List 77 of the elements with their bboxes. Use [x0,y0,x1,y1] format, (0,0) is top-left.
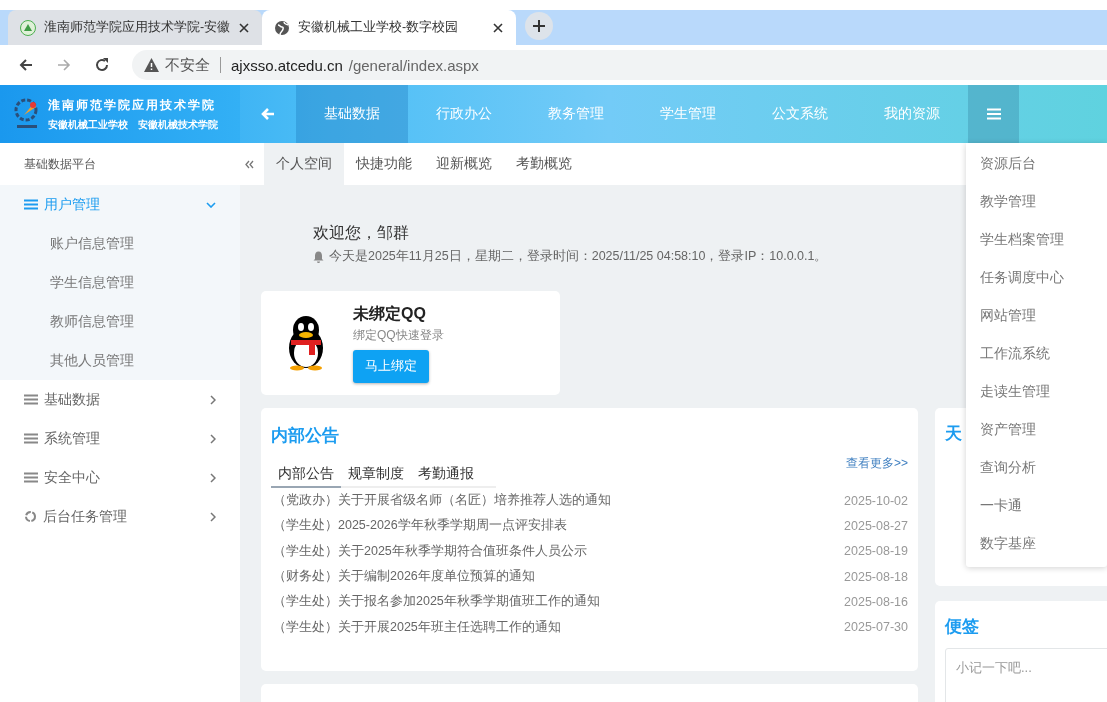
notice-link[interactable]: （学生处）关于开展2025年班主任选聘工作的通知 [273,618,561,636]
menu-item[interactable]: 工作流系统 [966,335,1107,373]
login-info: 今天是2025年11月25日，星期二，登录时间：2025/11/25 04:58:10，登录IP：10.0.0.1。 [329,248,828,265]
card-title: 天 [945,423,962,445]
sidebar-menu-item[interactable]: 基础数据 [0,380,240,419]
menu-item[interactable]: 走读生管理 [966,373,1107,411]
nav-tab[interactable]: 基础数据 [296,85,408,143]
collapse-icon[interactable] [245,159,254,169]
sidebar-subitem[interactable]: 其他人员管理 [0,341,240,380]
menu-item[interactable]: 一卡通 [966,487,1107,525]
close-icon[interactable] [492,21,504,34]
chevron-right-icon [210,394,216,405]
chevron-right-icon [210,433,216,444]
list-icon [24,433,38,444]
menu-item[interactable]: 资产管理 [966,411,1107,449]
sidebar-menu-item[interactable]: 安全中心 [0,458,240,497]
menu-item[interactable]: 数字基座 [966,525,1107,563]
qq-title: 未绑定QQ [353,303,427,324]
notice-tab[interactable]: 规章制度 [341,461,411,488]
school-emblem-icon [20,19,36,36]
list-icon [24,199,38,210]
notice-date: 2025-10-02 [844,493,908,508]
menu-icon [986,108,1001,120]
chevron-right-icon [210,511,216,522]
browser-tab[interactable]: 安徽机械工业学校-数字校园 [262,10,516,45]
card-title: 内部公告 [271,425,339,447]
qq-subtitle: 绑定QQ快速登录 [353,326,444,344]
notice-date: 2025-07-30 [844,620,908,635]
sidebar-subitem[interactable]: 账户信息管理 [0,224,240,263]
menu-item[interactable]: 网站管理 [966,297,1107,335]
school-logo: 淮南师范学院应用技术学院 安徽机械工业学校 安徽机械技术学院 [0,85,240,143]
list-icon [24,394,38,405]
menu-item[interactable]: 学生档案管理 [966,221,1107,259]
more-link[interactable]: 查看更多>> [846,455,908,472]
menu-item[interactable]: 任务调度中心 [966,259,1107,297]
notice-link[interactable]: （学生处）关于报名参加2025年秋季学期值班工作的通知 [273,593,600,611]
sidebar-title: 基础数据平台 [23,155,97,173]
sidebar-subitem[interactable]: 教师信息管理 [0,302,240,341]
sidebar-menu-item[interactable]: 系统管理 [0,419,240,458]
emblem-icon [14,97,40,131]
notice-date: 2025-08-19 [844,544,908,559]
content-tab[interactable]: 个人空间 [264,143,344,185]
notice-tab[interactable]: 考勤通报 [411,461,481,488]
close-icon[interactable] [238,21,250,34]
sidebar-menu-item[interactable]: 用户管理 [0,185,240,224]
menu-item[interactable]: 资源后台 [966,145,1107,183]
warning-icon [144,58,159,72]
globe-icon [274,19,290,36]
left-arrow-icon [261,108,275,120]
notice-date: 2025-08-27 [844,518,908,533]
notice-date: 2025-08-16 [844,594,908,609]
notice-link[interactable]: （财务处）关于编制2026年度单位预算的通知 [273,568,535,586]
list-icon [24,472,38,483]
address-bar[interactable]: 不安全 ajxsso.atcedu.cn /general/index.aspx [132,50,1107,80]
chevron-right-icon [210,472,216,483]
recycle-icon [24,510,37,523]
chevron-down-icon [206,201,216,208]
notice-date: 2025-08-18 [844,569,908,584]
notice-link[interactable]: （学生处）关于2025年秋季学期符合值班条件人员公示 [273,542,587,560]
content-tab[interactable]: 考勤概览 [504,143,584,185]
menu-item[interactable]: 查询分析 [966,449,1107,487]
new-tab-icon[interactable] [525,11,553,40]
menu-item[interactable]: 教学管理 [966,183,1107,221]
card-title: 便签 [945,616,979,638]
sidebar-menu-item[interactable]: 后台任务管理 [0,497,240,536]
notice-link[interactable]: （学生处）2025-2026学年秋季学期周一点评安排表 [273,517,567,535]
content-tab[interactable]: 迎新概览 [424,143,504,185]
sidebar-subitem[interactable]: 学生信息管理 [0,263,240,302]
back-icon[interactable] [18,57,34,73]
content-tab[interactable]: 快捷功能 [344,143,424,185]
browser-tab[interactable]: 淮南师范学院应用技术学院-安徽 [8,10,262,45]
bind-button[interactable]: 马上绑定 [353,349,429,383]
bell-icon [313,250,324,263]
welcome-text: 欢迎您，邹群 [313,223,409,243]
reload-icon[interactable] [94,57,110,73]
notice-link[interactable]: （党政办）关于开展省级名师（名匠）培养推荐人选的通知 [273,492,611,510]
notice-tab[interactable]: 内部公告 [271,461,341,488]
